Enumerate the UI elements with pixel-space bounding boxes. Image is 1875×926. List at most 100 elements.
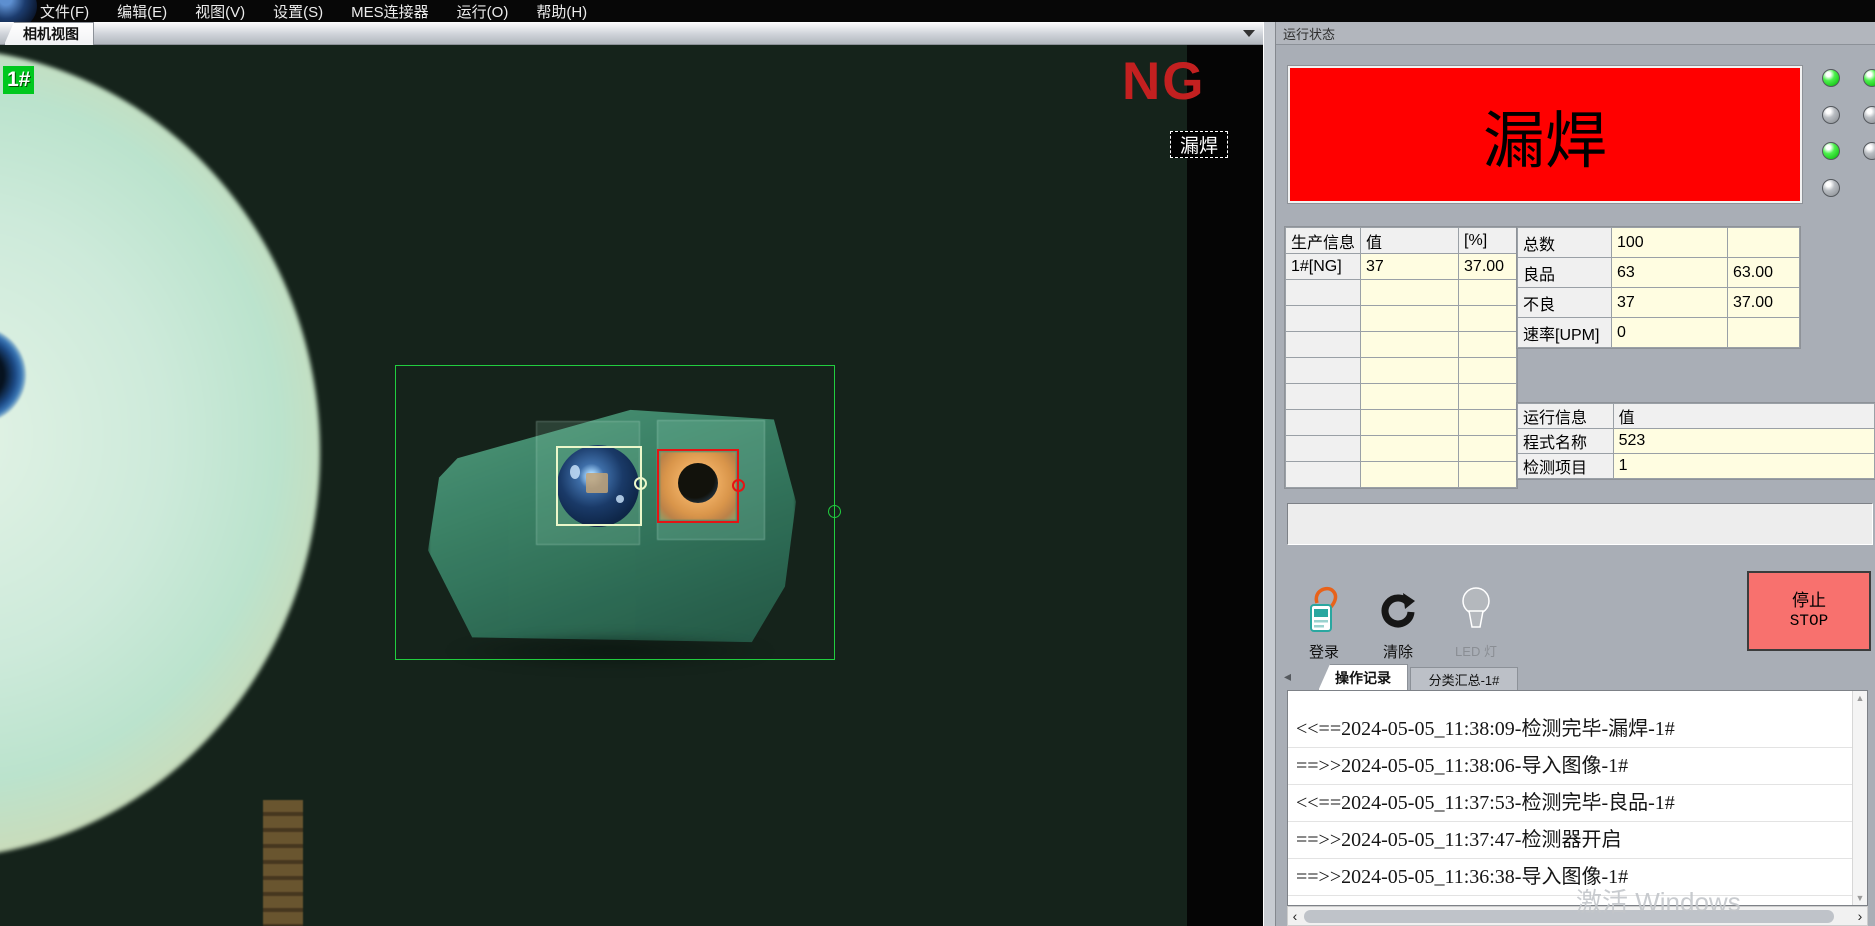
app-window: 文件(F) 编辑(E) 视图(V) 设置(S) MES连接器 运行(O) 帮助(… [0, 0, 1875, 926]
col-header: [%] [1459, 228, 1517, 254]
log-entry: ==>>2024-05-05_11:36:38-导入图像-1# [1288, 859, 1852, 896]
cell-label: 程式名称 [1518, 429, 1614, 454]
stop-button[interactable]: 停止 STOP [1747, 571, 1871, 651]
menu-settings[interactable]: 设置(S) [273, 1, 323, 22]
log-entry: ==>>2024-05-05_11:38:06-导入图像-1# [1288, 748, 1852, 785]
chevron-down-icon[interactable] [1243, 30, 1255, 37]
clear-label: 清除 [1383, 641, 1413, 662]
roi-notch-right [828, 505, 841, 518]
result-text: NG [1122, 51, 1206, 112]
cell-label: 不良 [1518, 288, 1612, 318]
status-led [1863, 106, 1875, 124]
table-row [1286, 332, 1517, 358]
horizontal-scrollbar[interactable]: ‹ › [1287, 906, 1868, 926]
table-row: 检测项目 1 [1518, 454, 1875, 479]
menu-run[interactable]: 运行(O) [457, 1, 509, 22]
menu-mes-connector[interactable]: MES连接器 [351, 1, 429, 22]
camera-id-badge: 1# [3, 66, 34, 94]
menu-view[interactable]: 视图(V) [195, 1, 245, 22]
tab-camera-view[interactable]: 相机视图 [4, 22, 94, 45]
log-entry: <<==2024-05-05_11:37:53-检测完毕-良品-1# [1288, 785, 1852, 822]
col-header: 值 [1613, 404, 1874, 429]
cell-value: 100 [1612, 228, 1728, 258]
status-led [1822, 69, 1840, 87]
cell-value: 63 [1612, 258, 1728, 288]
cell-label: 检测项目 [1518, 454, 1614, 479]
roi-rectangle [395, 365, 835, 660]
vertical-scrollbar[interactable]: ▲ ▼ [1852, 691, 1867, 905]
message-box [1287, 503, 1873, 545]
table-row [1286, 280, 1517, 306]
table-row [1286, 306, 1517, 332]
scrollbar-thumb[interactable] [1304, 910, 1834, 923]
tab-classification-summary-label: 分类汇总-1# [1429, 670, 1500, 689]
production-table: 生产信息 值 [%] 1#[NG] 37 37.00 [1285, 227, 1517, 488]
clear-button[interactable]: 清除 [1366, 583, 1430, 675]
tab-operation-log-label: 操作记录 [1335, 668, 1391, 688]
menu-edit[interactable]: 编辑(E) [117, 1, 167, 22]
login-label: 登录 [1309, 641, 1339, 662]
col-header: 生产信息 [1286, 228, 1361, 254]
menu-bar: 文件(F) 编辑(E) 视图(V) 设置(S) MES连接器 运行(O) 帮助(… [0, 0, 1875, 22]
tab-classification-summary[interactable]: 分类汇总-1# [1410, 667, 1518, 691]
cell-pct: 37.00 [1728, 288, 1800, 318]
scroll-right-icon[interactable]: › [1853, 907, 1867, 925]
cell-pct [1728, 318, 1800, 348]
cell-value: 523 [1613, 429, 1874, 454]
status-led [1863, 69, 1875, 87]
stop-label-cn: 停止 [1792, 590, 1826, 611]
operation-log-list: <<==2024-05-05_11:38:09-检测完毕-漏焊-1# ==>>2… [1287, 690, 1868, 906]
cell-pct: 63.00 [1728, 258, 1800, 288]
cell-value: 1 [1613, 454, 1874, 479]
lightbulb-icon [1456, 583, 1496, 635]
defect-banner-text: 漏焊 [1483, 90, 1607, 180]
scroll-up-icon[interactable]: ▲ [1856, 693, 1865, 703]
defect-banner: 漏焊 [1288, 66, 1802, 203]
led-light-button[interactable]: LED 灯 [1444, 583, 1508, 675]
table-row: 速率[UPM] 0 [1518, 318, 1800, 348]
fixture-column [263, 800, 303, 926]
panel-splitter[interactable] [1263, 22, 1276, 926]
cell-label: 总数 [1518, 228, 1612, 258]
tab-scroll-left-icon[interactable]: ◂ [1284, 668, 1291, 685]
table-row: 总数 100 [1518, 228, 1800, 258]
scroll-left-icon[interactable]: ‹ [1288, 907, 1302, 925]
stats-table: 总数 100 良品 63 63.00 不良 37 37.00 速率[UPM] 0 [1517, 227, 1800, 348]
status-led [1863, 142, 1875, 160]
table-row: 良品 63 63.00 [1518, 258, 1800, 288]
log-entry: ==>>2024-05-05_11:37:47-检测器开启 [1288, 822, 1852, 859]
cell-label: 速率[UPM] [1518, 318, 1612, 348]
table-row: 程式名称 523 [1518, 429, 1875, 454]
col-header: 运行信息 [1518, 404, 1614, 429]
cell-name: 1#[NG] [1286, 254, 1361, 280]
menu-help[interactable]: 帮助(H) [536, 1, 587, 22]
login-button[interactable]: 登录 [1292, 583, 1356, 675]
table-row [1286, 410, 1517, 436]
cell-pct [1728, 228, 1800, 258]
refresh-icon [1375, 583, 1421, 635]
status-panel-title-text: 运行状态 [1283, 24, 1335, 43]
table-row [1286, 384, 1517, 410]
camera-tabstrip: 相机视图 [0, 22, 1263, 45]
status-led [1822, 179, 1840, 197]
cell-value: 0 [1612, 318, 1728, 348]
tab-operation-log[interactable]: 操作记录 [1318, 664, 1408, 691]
cell-pct: 37.00 [1459, 254, 1517, 280]
stop-label-en: STOP [1790, 611, 1828, 632]
app-logo-icon [0, 0, 37, 22]
table-row [1286, 358, 1517, 384]
cell-value: 37 [1361, 254, 1459, 280]
scroll-down-icon[interactable]: ▼ [1856, 893, 1865, 903]
log-entry: <<==2024-05-05_11:38:09-检测完毕-漏焊-1# [1288, 711, 1852, 748]
cell-value: 37 [1612, 288, 1728, 318]
camera-view: 1# NG 漏焊 [0, 45, 1263, 926]
status-led [1822, 142, 1840, 160]
menu-file[interactable]: 文件(F) [40, 1, 89, 22]
table-row [1286, 462, 1517, 488]
badge-icon [1303, 583, 1345, 635]
table-row: 1#[NG] 37 37.00 [1286, 254, 1517, 280]
status-led [1822, 106, 1840, 124]
table-row [1286, 436, 1517, 462]
run-info-table: 运行信息 值 程式名称 523 检测项目 1 [1517, 403, 1875, 479]
col-header: 值 [1361, 228, 1459, 254]
